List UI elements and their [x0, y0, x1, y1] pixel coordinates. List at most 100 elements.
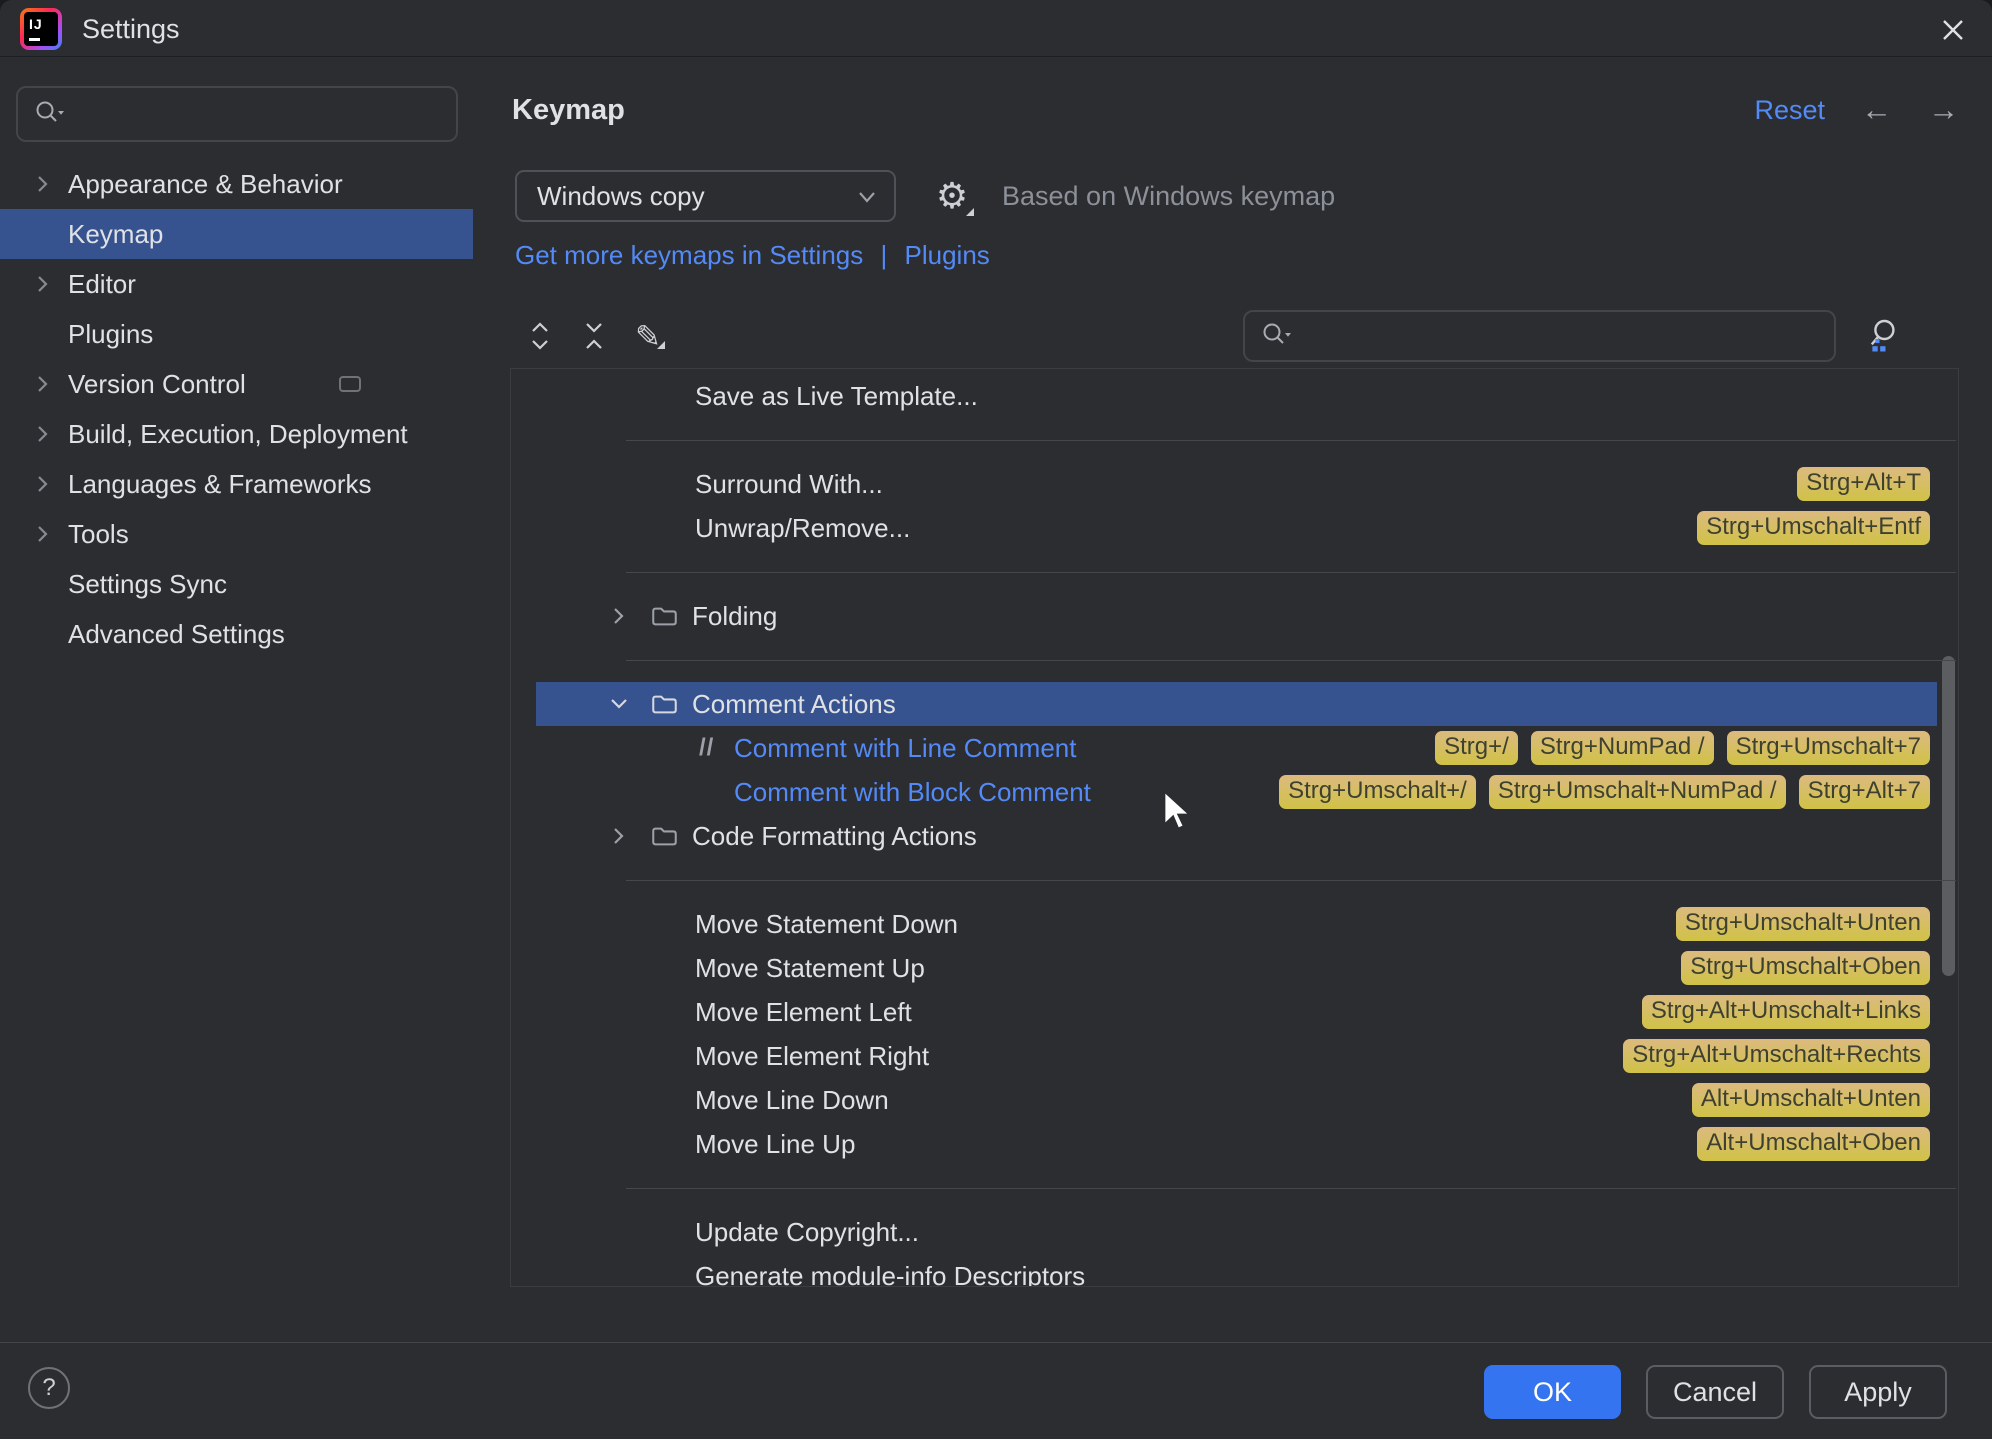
tree-group-code-formatting-actions[interactable]: Code Formatting Actions — [511, 814, 1958, 858]
shortcut-badge: Strg+Alt+Umschalt+Links — [1641, 995, 1930, 1029]
shortcut-badge: Alt+Umschalt+Unten — [1691, 1083, 1930, 1117]
edit-shortcut-button[interactable]: ✎ — [633, 321, 665, 352]
tree-action-generate-module-info-descriptors[interactable]: Generate module-info Descriptors — [511, 1254, 1958, 1287]
tree-action-unwrap-remove[interactable]: Unwrap/Remove... Strg+Umschalt+Entf — [511, 506, 1958, 550]
line-comment-icon: // — [699, 734, 715, 761]
sidebar-search-box[interactable] — [16, 86, 458, 142]
shortcut-badge: Strg+Alt+Umschalt+Rechts — [1623, 1039, 1930, 1073]
mouse-cursor — [1160, 789, 1194, 839]
sidebar-item-plugins[interactable]: Plugins — [0, 309, 473, 359]
tree-action-move-statement-up[interactable]: Move Statement Up Strg+Umschalt+Oben — [511, 946, 1958, 990]
shortcut-badge: Strg+/ — [1435, 731, 1518, 765]
sidebar-item-languages-frameworks[interactable]: Languages & Frameworks — [0, 459, 473, 509]
group-divider — [511, 550, 1958, 594]
actions-search-box[interactable] — [1243, 310, 1836, 362]
sidebar-nav: Appearance & Behavior Keymap Editor Plugins… — [0, 159, 473, 659]
keymap-dropdown[interactable]: Windows copy — [515, 170, 896, 222]
find-by-shortcut-icon — [1870, 319, 1895, 352]
collapse-all-icon[interactable] — [579, 321, 609, 351]
keymap-dropdown-value: Windows copy — [537, 180, 705, 211]
find-actions-by-shortcut-button[interactable] — [1862, 314, 1902, 358]
sidebar-item-build-execution-deployment[interactable]: Build, Execution, Deployment — [0, 409, 473, 459]
tree-action-save-as-live-template[interactable]: Save as Live Template... — [511, 374, 1958, 418]
folder-icon — [652, 695, 677, 713]
shortcut-badge: Alt+Umschalt+Oben — [1697, 1127, 1930, 1161]
chevron-right-icon — [38, 276, 48, 292]
chevron-down-icon — [611, 699, 627, 709]
dialog-footer: ? OK Cancel Apply — [0, 1342, 1992, 1439]
tree-action-move-line-down[interactable]: Move Line Down Alt+Umschalt+Unten — [511, 1078, 1958, 1122]
shortcut-badge: Strg+Umschalt+Unten — [1675, 907, 1930, 941]
keymap-options-button[interactable]: ⚙ — [932, 174, 974, 218]
page-title: Keymap — [512, 93, 625, 126]
folder-icon — [652, 827, 677, 845]
chevron-down-icon — [856, 181, 878, 212]
sidebar-item-advanced-settings[interactable]: Advanced Settings — [0, 609, 473, 659]
chevron-right-icon — [614, 828, 624, 844]
question-mark-icon: ? — [42, 1374, 56, 1401]
group-divider — [511, 418, 1958, 462]
ok-button[interactable]: OK — [1484, 1365, 1621, 1419]
tree-action-move-statement-down[interactable]: Move Statement Down Strg+Umschalt+Unten — [511, 902, 1958, 946]
chevron-right-icon — [38, 176, 48, 192]
dropdown-triangle-icon — [657, 341, 665, 349]
tree-action-move-element-right[interactable]: Move Element Right Strg+Alt+Umschalt+Rech… — [511, 1034, 1958, 1078]
chevron-right-icon — [38, 526, 48, 542]
actions-search-input[interactable] — [1301, 320, 1834, 352]
sidebar-item-keymap[interactable]: Keymap — [0, 209, 473, 259]
keymap-panel: Keymap Reset ← → Windows copy ⚙ Based on… — [505, 58, 1992, 1342]
shortcut-badge: Strg+Alt+7 — [1798, 775, 1930, 809]
based-on-note: Based on Windows keymap — [1002, 180, 1336, 211]
help-button[interactable]: ? — [28, 1367, 70, 1409]
intellij-logo-icon: IJ — [20, 8, 62, 50]
group-divider — [511, 858, 1958, 902]
settings-sidebar: Appearance & Behavior Keymap Editor Plugins… — [0, 58, 505, 1342]
apply-button[interactable]: Apply — [1809, 1365, 1947, 1419]
sidebar-item-tools[interactable]: Tools — [0, 509, 473, 559]
get-more-keymaps-row: Get more keymaps in Settings | Plugins — [515, 240, 990, 271]
titlebar: IJ Settings — [0, 0, 1992, 57]
tree-group-folding[interactable]: Folding — [511, 594, 1958, 638]
shortcut-badge: Strg+Umschalt+Oben — [1681, 951, 1930, 985]
shortcut-badge: Strg+Alt+T — [1797, 467, 1930, 501]
search-icon — [1261, 321, 1291, 352]
tree-action-move-element-left[interactable]: Move Element Left Strg+Alt+Umschalt+Links — [511, 990, 1958, 1034]
tree-action-comment-with-line-comment[interactable]: //Comment with Line Comment Strg+/Strg+Nu… — [511, 726, 1958, 770]
cancel-button[interactable]: Cancel — [1646, 1365, 1784, 1419]
folder-icon — [652, 607, 677, 625]
plugins-link[interactable]: Plugins — [905, 240, 990, 270]
sidebar-search-input[interactable] — [74, 98, 456, 130]
gear-icon: ⚙ — [935, 175, 969, 216]
actions-tree: Save as Live Template... Surround With...… — [510, 368, 1959, 1287]
actions-toolbar: ✎ — [525, 310, 1902, 362]
link-divider: | — [880, 240, 888, 270]
expand-all-icon[interactable] — [525, 321, 555, 351]
window-title: Settings — [82, 14, 180, 44]
shortcut-badge: Strg+Umschalt+7 — [1726, 731, 1930, 765]
sidebar-item-version-control[interactable]: Version Control — [0, 359, 473, 409]
tree-action-comment-with-block-comment[interactable]: Comment with Block Comment Strg+Umschalt+… — [511, 770, 1958, 814]
forward-arrow-icon[interactable]: → — [1928, 92, 1959, 128]
back-arrow-icon[interactable]: ← — [1861, 92, 1892, 128]
shortcut-badge: Strg+NumPad / — [1530, 731, 1714, 765]
shortcut-badge: Strg+Umschalt+NumPad / — [1488, 775, 1786, 809]
reset-link[interactable]: Reset — [1754, 95, 1825, 126]
tree-action-move-line-up[interactable]: Move Line Up Alt+Umschalt+Oben — [511, 1122, 1958, 1166]
sidebar-item-editor[interactable]: Editor — [0, 259, 473, 309]
tree-action-update-copyright[interactable]: Update Copyright... — [511, 1210, 1958, 1254]
chevron-right-icon — [38, 376, 48, 392]
sidebar-item-appearance-behavior[interactable]: Appearance & Behavior — [0, 159, 473, 209]
close-icon[interactable] — [1938, 15, 1968, 45]
tree-action-surround-with[interactable]: Surround With... Strg+Alt+T — [511, 462, 1958, 506]
group-divider — [511, 1166, 1958, 1210]
search-icon — [34, 99, 64, 130]
sidebar-item-settings-sync[interactable]: Settings Sync — [0, 559, 473, 609]
panel-icon — [339, 376, 361, 392]
chevron-right-icon — [614, 608, 624, 624]
chevron-right-icon — [38, 476, 48, 492]
tree-group-comment-actions[interactable]: Comment Actions — [536, 682, 1937, 726]
dropdown-triangle-icon — [966, 208, 974, 216]
get-more-keymaps-link[interactable]: Get more keymaps in Settings — [515, 240, 863, 270]
group-divider — [511, 638, 1958, 682]
settings-dialog: IJ Settings Appearance & Behavior Keymap E… — [0, 0, 1992, 1439]
